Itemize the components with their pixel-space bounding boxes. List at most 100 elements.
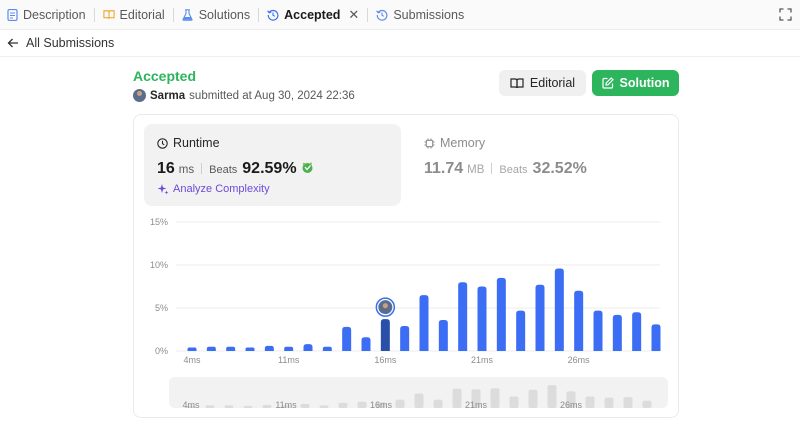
y-tick-label: 0%: [155, 346, 168, 356]
submission-status: Accepted: [133, 68, 197, 84]
overview-bar: [642, 400, 652, 408]
chart-bar: [574, 290, 584, 351]
history-icon: [376, 9, 388, 21]
value-divider: [201, 163, 203, 174]
chart-overview[interactable]: 4ms 11ms 16ms 21ms 26ms: [169, 377, 668, 408]
book-icon: [102, 9, 115, 21]
back-link[interactable]: All Submissions: [6, 34, 114, 52]
overview-tick-label: 11ms: [275, 400, 297, 408]
overview-bar: [395, 399, 405, 408]
chart-bar: [496, 277, 506, 351]
chart-bar: [400, 326, 410, 351]
avatar[interactable]: [133, 89, 146, 102]
x-tick-label: 16ms: [374, 355, 397, 365]
tab-solutions[interactable]: Solutions: [176, 0, 256, 30]
overview-tick-label: 26ms: [560, 400, 583, 408]
x-tick-label: 11ms: [278, 355, 300, 365]
chart-bar: [264, 345, 274, 351]
analyze-complexity-link[interactable]: Analyze Complexity: [157, 183, 270, 195]
runtime-title-label: Runtime: [173, 136, 220, 150]
tab-accepted[interactable]: Accepted ✕: [261, 0, 365, 30]
overview-tick-label: 4ms: [182, 400, 200, 408]
chart-bar: [477, 286, 487, 351]
tab-divider: [258, 7, 260, 22]
chart-bar: [322, 346, 332, 351]
overview-bar: [490, 388, 500, 408]
divider: [0, 56, 800, 57]
tab-divider: [93, 7, 95, 22]
x-tick-label: 26ms: [568, 355, 591, 365]
tab-label: Solutions: [198, 7, 251, 22]
runtime-unit: ms: [178, 164, 195, 176]
book-icon: [510, 77, 524, 88]
overview-bar: [509, 396, 519, 408]
editorial-label: Editorial: [529, 76, 576, 90]
arrow-left-icon: [6, 36, 20, 50]
chart-bar: [632, 312, 642, 351]
editorial-button[interactable]: Editorial: [499, 70, 586, 96]
chart-bar: [226, 346, 236, 351]
overview-bar: [300, 403, 310, 408]
overview-bar: [224, 405, 234, 408]
submitted-time: submitted at Aug 30, 2024 22:36: [189, 89, 355, 102]
document-icon: [6, 8, 18, 21]
overview-bar: [433, 399, 443, 408]
chart-bar: [419, 295, 429, 351]
beats-label: Beats: [209, 164, 238, 176]
overview-bar: [357, 401, 367, 408]
chart-bar: [303, 344, 313, 351]
memory-values: 11.74 MB Beats 32.52%: [424, 160, 587, 178]
chart-bar: [458, 282, 468, 351]
tab-editorial[interactable]: Editorial: [97, 0, 171, 30]
submission-meta: Sarma submitted at Aug 30, 2024 22:36: [133, 89, 355, 102]
chart-bar: [612, 314, 622, 351]
expand-icon[interactable]: [779, 8, 792, 21]
overview-tick-label: 16ms: [370, 400, 393, 408]
clock-icon: [157, 137, 168, 149]
runtime-distribution-chart[interactable]: 15% 10% 5% 0% 4ms 11ms 16ms 21ms 26ms: [140, 212, 670, 370]
runtime-beats-pct: 92.59%: [242, 160, 297, 177]
chart-bar: [284, 346, 294, 351]
chart-bar: [535, 284, 545, 351]
tab-label: Description: [23, 7, 86, 22]
overview-bar: [205, 405, 215, 408]
close-icon[interactable]: ✕: [348, 7, 359, 23]
chart-bar: [342, 326, 352, 351]
memory-tab[interactable]: Memory: [424, 136, 485, 150]
chart-bar: [245, 347, 255, 351]
edit-icon: [601, 77, 614, 89]
overview-bar: [452, 388, 462, 408]
overview-bar: [623, 397, 633, 408]
chart-bar: [593, 310, 603, 351]
solution-button[interactable]: Solution: [592, 70, 679, 96]
y-tick-label: 5%: [155, 303, 168, 313]
overview-bar: [243, 405, 253, 408]
chart-bar: [554, 268, 564, 351]
value-divider: [491, 163, 493, 174]
username[interactable]: Sarma: [150, 90, 185, 102]
tab-divider: [172, 7, 174, 22]
chart-bar: [651, 324, 661, 351]
tab-divider: [367, 7, 369, 22]
overview-bar: [528, 389, 538, 408]
tab-label: Accepted: [284, 7, 341, 22]
overview-bar: [585, 396, 595, 408]
chart-bar: [206, 346, 216, 351]
overview-bar: [604, 397, 614, 408]
tab-bar: Description Editorial Solutions Accepted…: [0, 0, 800, 30]
back-label: All Submissions: [26, 36, 115, 50]
tab-submissions[interactable]: Submissions: [370, 0, 470, 30]
chart-bar: [187, 347, 197, 351]
runtime-value: 16: [157, 160, 175, 177]
chart-bar: [361, 337, 371, 351]
tab-description[interactable]: Description: [0, 0, 92, 30]
beats-label: Beats: [499, 164, 528, 176]
tab-label: Submissions: [393, 7, 465, 22]
memory-unit: MB: [467, 164, 485, 176]
x-tick-label: 4ms: [183, 355, 201, 365]
overview-tick-label: 21ms: [465, 400, 488, 408]
chart-bar: [438, 320, 448, 351]
chart-bar: [380, 319, 390, 351]
overview-bar: [414, 393, 424, 408]
x-tick-label: 21ms: [471, 355, 494, 365]
